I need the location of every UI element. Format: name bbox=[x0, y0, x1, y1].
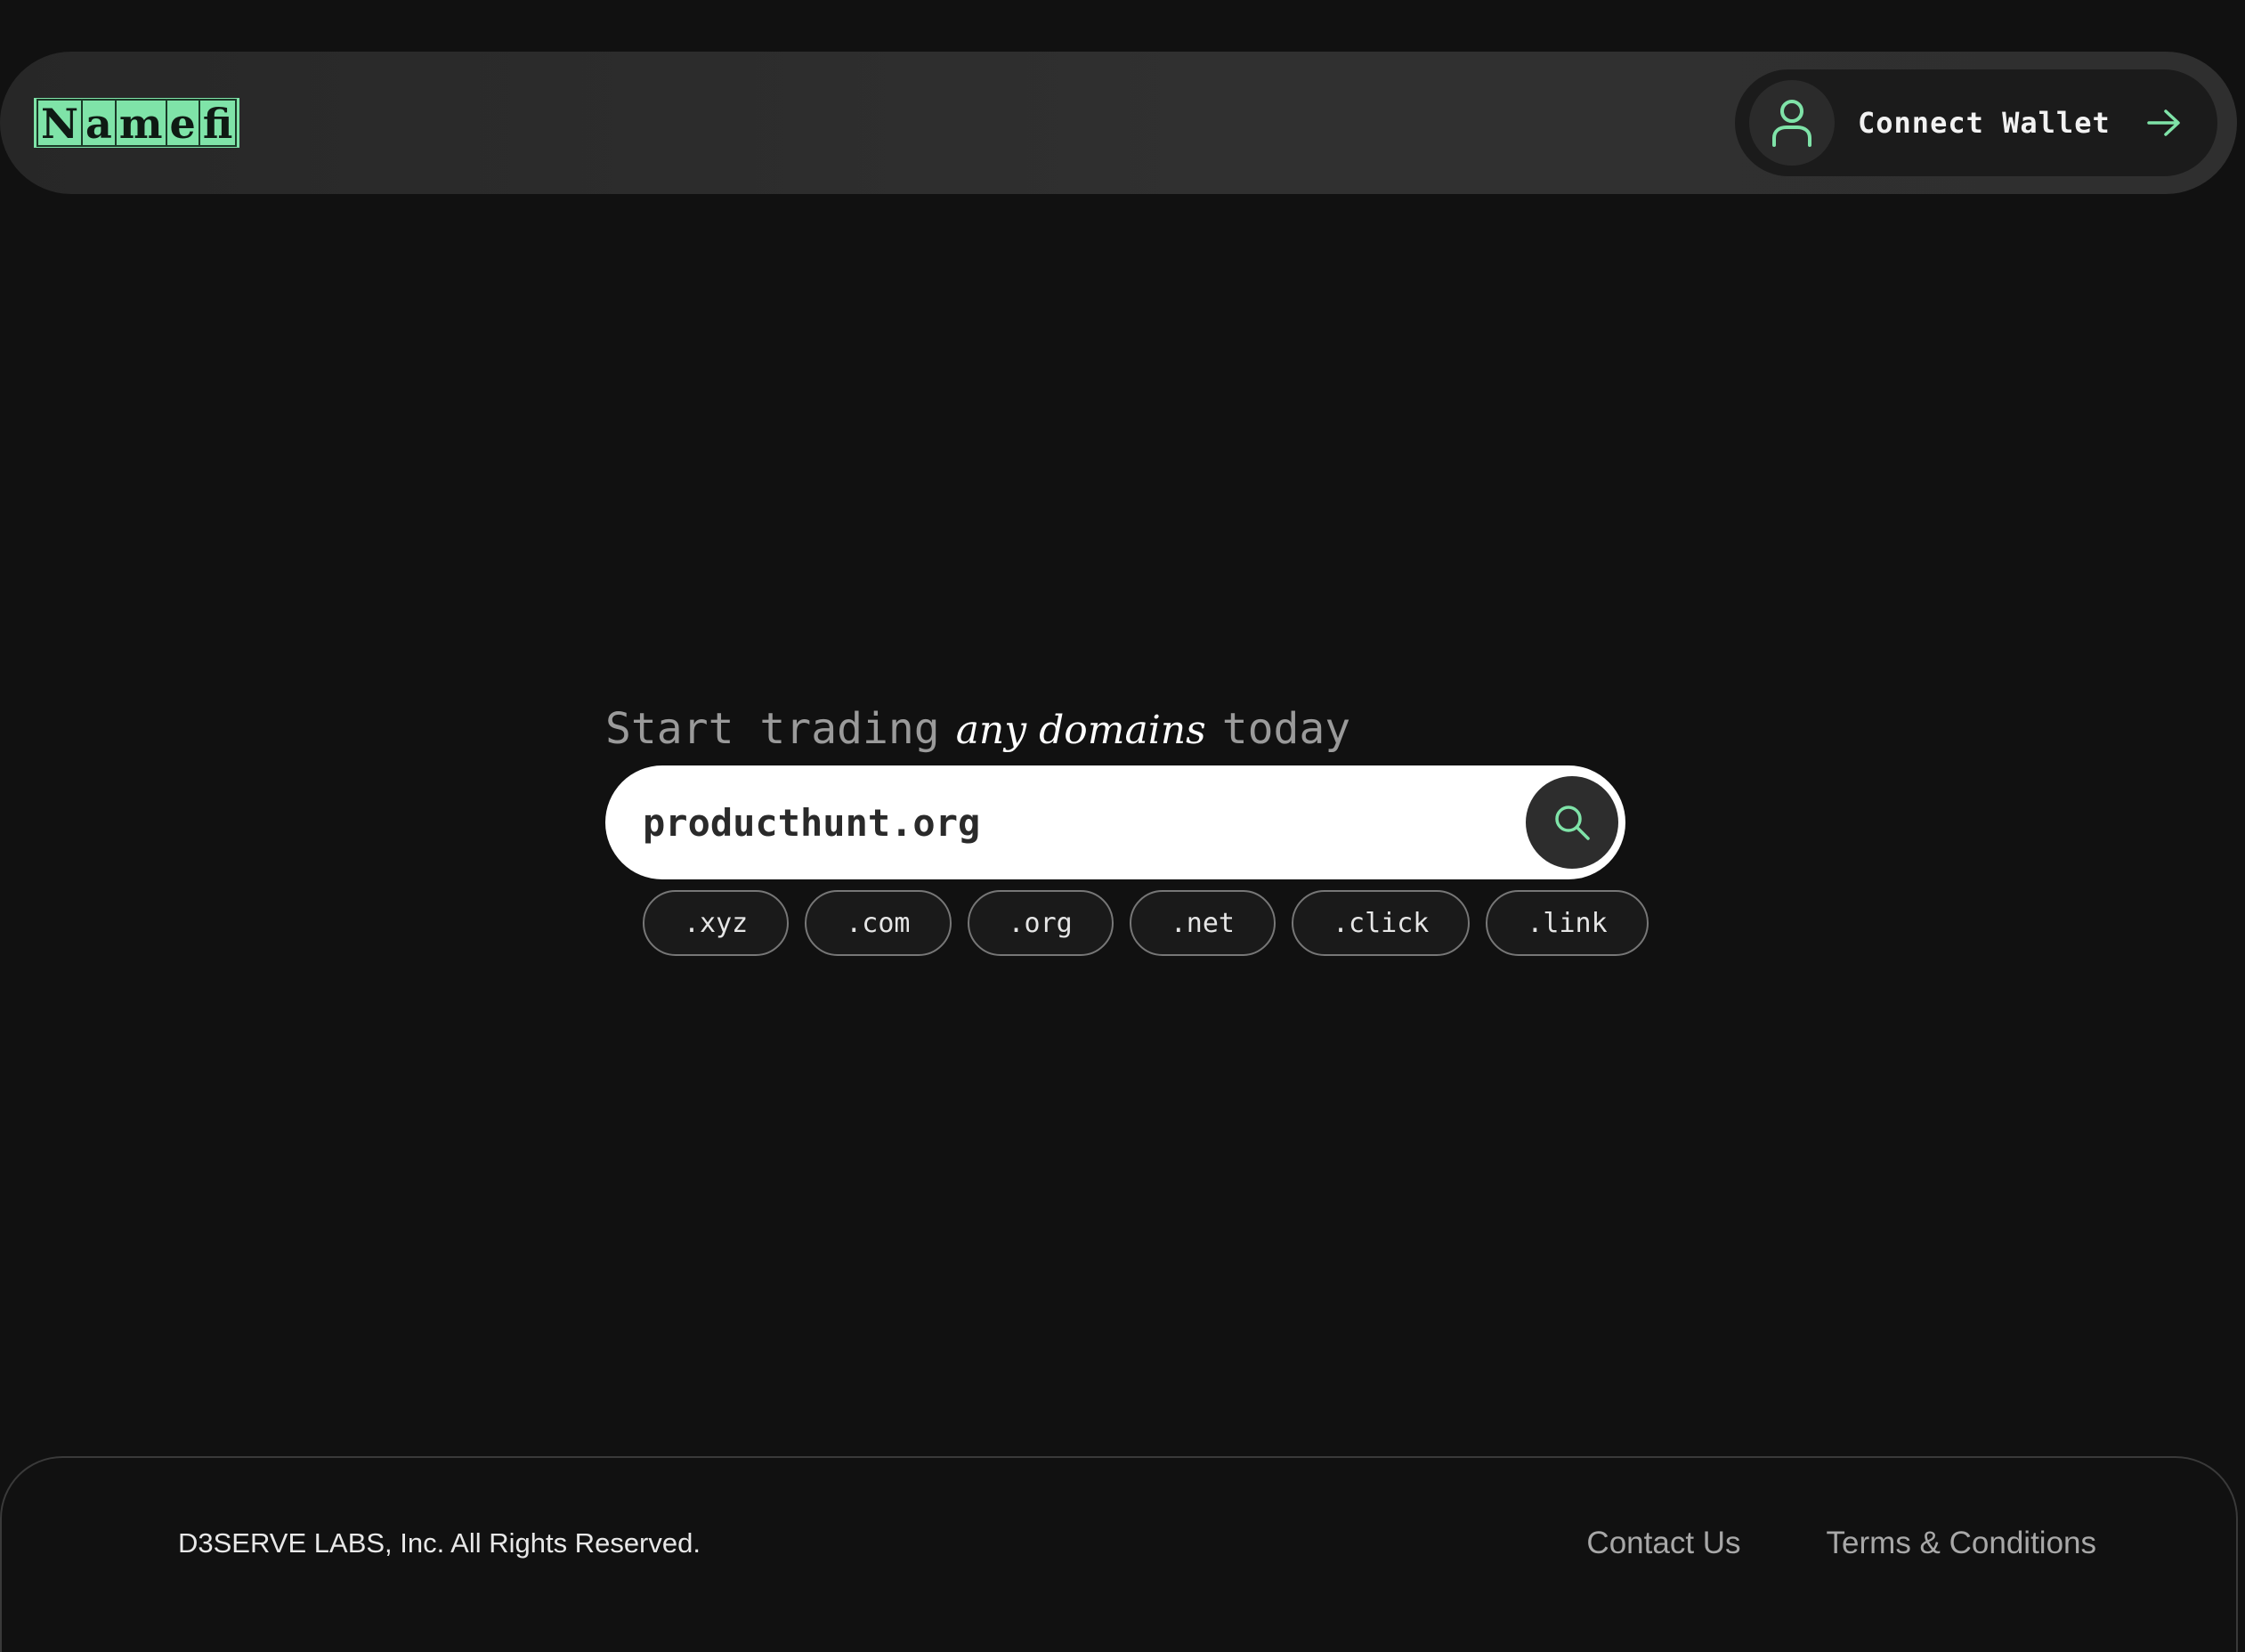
connect-wallet-label: Connect Wallet bbox=[1858, 106, 2111, 140]
tld-chip-net[interactable]: .net bbox=[1129, 890, 1276, 956]
tagline-end: today bbox=[1221, 704, 1351, 754]
domain-search-bar bbox=[605, 765, 1625, 879]
avatar bbox=[1749, 80, 1835, 166]
copyright-text: D3SERVE LABS, Inc. All Rights Reserved. bbox=[178, 1527, 701, 1559]
namefi-logo[interactable]: N a m e fi bbox=[34, 98, 240, 148]
footer-links: Contact Us Terms & Conditions bbox=[1586, 1526, 2096, 1561]
terms-link[interactable]: Terms & Conditions bbox=[1827, 1526, 2096, 1561]
page-footer: D3SERVE LABS, Inc. All Rights Reserved. … bbox=[0, 1456, 2238, 1652]
contact-us-link[interactable]: Contact Us bbox=[1586, 1526, 1740, 1561]
logo-letter: fi bbox=[198, 99, 238, 147]
domain-search-input[interactable] bbox=[641, 765, 1526, 879]
tld-chip-link[interactable]: .link bbox=[1486, 890, 1649, 956]
logo-letter: a bbox=[81, 99, 117, 147]
search-icon bbox=[1555, 806, 1590, 840]
tld-chip-org[interactable]: .org bbox=[967, 890, 1114, 956]
tld-chip-list: .xyz .com .org .net .click .link bbox=[605, 890, 1649, 956]
connect-wallet-button[interactable]: Connect Wallet bbox=[1735, 69, 2217, 176]
hero-tagline: Start trading any domains today bbox=[605, 694, 1625, 764]
tagline-emphasis: any domains bbox=[955, 708, 1206, 753]
search-button[interactable] bbox=[1526, 776, 1618, 869]
logo-letter: e bbox=[165, 99, 200, 147]
tld-chip-xyz[interactable]: .xyz bbox=[643, 890, 790, 956]
tld-chip-com[interactable]: .com bbox=[805, 890, 952, 956]
tagline-start: Start trading bbox=[605, 704, 940, 754]
hero-search-section: Start trading any domains today .xyz .com … bbox=[605, 694, 1649, 956]
user-icon bbox=[1772, 100, 1811, 147]
logo-letter: m bbox=[114, 99, 167, 147]
top-nav-bar: N a m e fi Connect Wallet bbox=[0, 52, 2237, 194]
logo-letter: N bbox=[36, 99, 84, 147]
arrow-right-icon bbox=[2146, 108, 2182, 138]
tld-chip-click[interactable]: .click bbox=[1292, 890, 1471, 956]
